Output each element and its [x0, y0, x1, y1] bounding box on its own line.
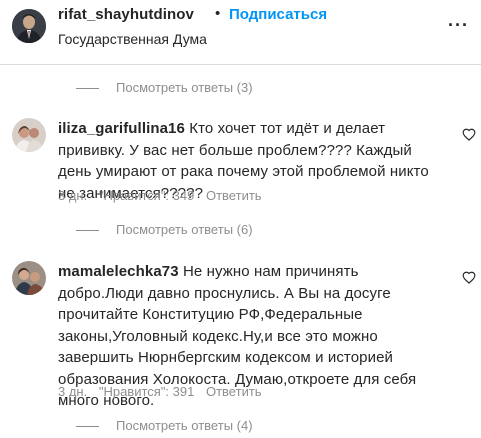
likes-count[interactable]: "Нравится": 349 — [99, 188, 195, 203]
view-replies-button[interactable]: Посмотреть ответы (6) — [76, 222, 253, 237]
post-author-username[interactable]: rifat_shayhutdinov — [58, 6, 194, 23]
comment-timestamp[interactable]: 3 дн. — [58, 384, 87, 399]
post-header: rifat_shayhutdinov • Подписаться Государ… — [0, 0, 481, 65]
view-replies-label: Посмотреть ответы (3) — [116, 80, 253, 95]
divider — [76, 426, 99, 428]
avatar[interactable] — [12, 9, 46, 43]
view-replies-button[interactable]: Посмотреть ответы (3) — [76, 80, 253, 95]
view-replies-label: Посмотреть ответы (6) — [116, 222, 253, 237]
comment-meta: 3 дн. "Нравится": 391 Ответить — [58, 384, 270, 399]
follow-button[interactable]: Подписаться — [229, 6, 327, 23]
separator-dot: • — [215, 5, 221, 22]
reply-button[interactable]: Ответить — [206, 188, 262, 203]
reply-button[interactable]: Ответить — [206, 384, 262, 399]
divider — [76, 88, 99, 90]
divider — [76, 230, 99, 232]
profile-photo — [12, 261, 46, 295]
post-location[interactable]: Государственная Дума — [58, 31, 207, 47]
profile-photo — [12, 9, 46, 43]
view-replies-button[interactable]: Посмотреть ответы (4) — [76, 418, 253, 433]
heart-icon[interactable] — [462, 271, 476, 284]
more-options-icon[interactable]: ··· — [448, 15, 469, 36]
comment-timestamp[interactable]: 3 дн. — [58, 188, 87, 203]
comment-meta: 3 дн. "Нравится": 349 Ответить — [58, 188, 270, 203]
likes-count[interactable]: "Нравится": 391 — [99, 384, 195, 399]
avatar[interactable] — [12, 261, 46, 295]
comment-username[interactable]: mamalelechka73 — [58, 263, 179, 280]
view-replies-label: Посмотреть ответы (4) — [116, 418, 253, 433]
comment-username[interactable]: iliza_garifullina16 — [58, 120, 185, 137]
profile-photo — [12, 118, 46, 152]
heart-icon[interactable] — [462, 128, 476, 141]
avatar[interactable] — [12, 118, 46, 152]
